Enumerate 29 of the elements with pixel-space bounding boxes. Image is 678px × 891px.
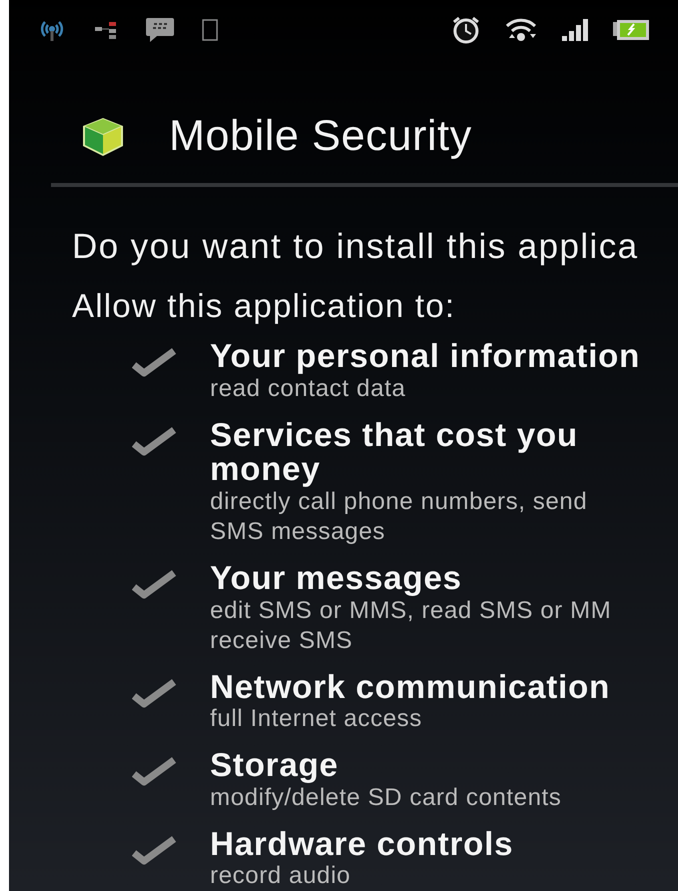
permission-description: read contact data <box>210 374 407 404</box>
app-title: Mobile Security <box>169 112 472 161</box>
checkmark-icon <box>132 678 176 708</box>
battery-charging-icon <box>612 18 652 42</box>
checkmark-icon <box>132 568 176 599</box>
chat-bubble-icon <box>145 16 175 44</box>
wifi-icon <box>504 16 538 44</box>
checkmark-icon <box>132 347 176 377</box>
permission-description: full Internet access <box>210 704 424 734</box>
permissions-heading: Allow this application to: <box>72 287 456 325</box>
alarm-clock-icon <box>450 15 482 45</box>
checkmark-icon <box>132 426 176 456</box>
cube-icon <box>81 116 125 158</box>
permission-title: Storage <box>210 748 340 783</box>
permission-description: modify/delete SD card contents <box>210 783 563 813</box>
screen-outline-icon <box>201 18 219 42</box>
permission-description: directly call phone numbers, send SMS messages <box>210 487 588 547</box>
checkmark-icon <box>132 834 176 865</box>
network-nodes-icon <box>93 19 119 41</box>
permission-title: Services that cost you money <box>210 418 579 487</box>
install-question: Do you want to install this applica <box>72 227 640 267</box>
permission-title: Network communication <box>210 670 612 704</box>
checkmark-icon <box>132 756 176 786</box>
permission-title: Your personal information <box>210 339 642 374</box>
permission-title: Your messages <box>210 560 463 596</box>
permission-description: record audio <box>210 861 352 891</box>
permission-title: Hardware controls <box>210 826 514 862</box>
permission-description: edit SMS or MMS, read SMS or MM receive SMS <box>210 596 612 656</box>
signal-bars-icon <box>560 17 590 43</box>
